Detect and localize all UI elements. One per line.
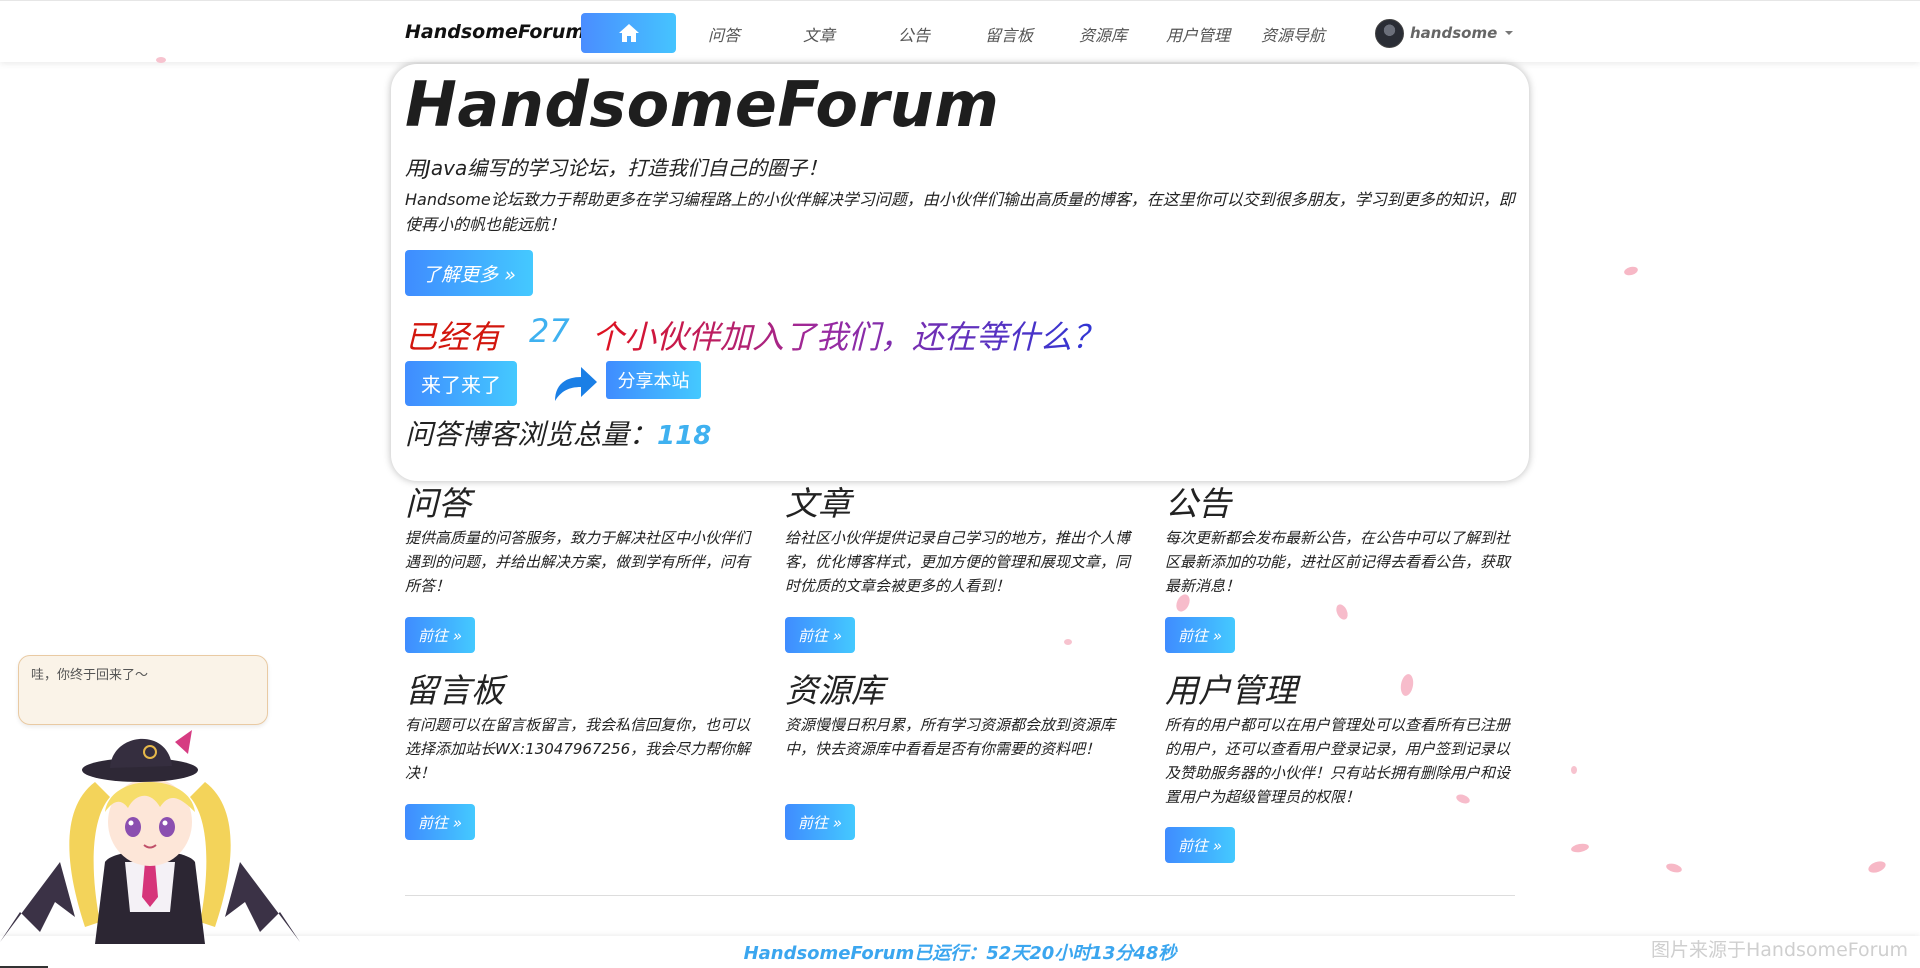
- feature-go-button-resources[interactable]: 前往 »: [785, 804, 855, 840]
- join-prefix: 已经有: [405, 318, 502, 356]
- hero-description: Handsome论坛致力于帮助更多在学习编程路上的小伙伴解决学习问题，由小伙伴们…: [405, 190, 1515, 234]
- join-now-button[interactable]: 来了来了: [405, 361, 517, 406]
- feature-go-button-user-management[interactable]: 前往 »: [1165, 827, 1235, 863]
- hero-subtitle: 用Java编写的学习论坛，打造我们自己的圈子！: [405, 156, 828, 180]
- share-site-button[interactable]: 分享本站: [606, 361, 701, 399]
- sakura-petal-icon: [1456, 794, 1470, 804]
- feature-go-button-message-board[interactable]: 前往 »: [405, 804, 475, 840]
- feature-title: 资源库: [785, 671, 884, 710]
- feature-message-board: 留言板 有问题可以在留言板留言，我会私信回复你，也可以选择添加站长WX:1304…: [405, 671, 755, 785]
- feature-text: 每次更新都会发布最新公告，在公告中可以了解到社区最新添加的功能，进社区前记得去看…: [1165, 529, 1511, 595]
- nav-item-resources[interactable]: 资源库: [1079, 22, 1127, 46]
- feature-articles: 文章 给社区小伙伴提供记录自己学习的地方，推出个人博客，优化博客样式，更加方便的…: [785, 484, 1135, 598]
- views-label: 问答博客浏览总量：: [405, 418, 658, 451]
- feature-text: 提供高质量的问答服务，致力于解决社区中小伙伴们遇到的问题，并给出解决方案，做到学…: [405, 529, 751, 595]
- feature-text: 有问题可以在留言板留言，我会私信回复你，也可以选择添加站长WX:13047967…: [405, 716, 751, 782]
- feature-go-button-articles[interactable]: 前往 »: [785, 617, 855, 653]
- avatar-icon: [1375, 18, 1404, 48]
- sakura-petal-icon: [156, 57, 166, 63]
- sakura-petal-icon: [1868, 861, 1886, 873]
- sakura-petal-icon: [1666, 863, 1682, 873]
- user-menu[interactable]: handsome: [1375, 17, 1514, 49]
- sakura-petal-icon: [1336, 604, 1348, 620]
- feature-user-management: 用户管理 所有的用户都可以在用户管理处可以查看所有已注册的用户，还可以查看用户登…: [1165, 671, 1515, 809]
- share-arrow-icon: [555, 367, 597, 401]
- feature-title: 留言板: [405, 671, 504, 710]
- feature-go-button-announcements[interactable]: 前往 »: [1165, 617, 1235, 653]
- total-views: 问答博客浏览总量：118: [405, 413, 711, 453]
- nav-item-articles[interactable]: 文章: [803, 22, 835, 46]
- sakura-petal-icon: [1400, 674, 1414, 696]
- hero-title: HandsomeForum: [405, 68, 1000, 141]
- feature-title: 文章: [785, 484, 851, 523]
- image-watermark: 图片来源于HandsomeForum: [1651, 939, 1908, 961]
- feature-resources: 资源库 资源慢慢日积月累，所有学习资源都会放到资源库中，快去资源库中看看是否有你…: [785, 671, 1135, 761]
- brand-logo[interactable]: HandsomeForum: [405, 21, 585, 43]
- feature-text: 资源慢慢日积月累，所有学习资源都会放到资源库中，快去资源库中看看是否有你需要的资…: [785, 716, 1116, 758]
- mascot-girl-icon[interactable]: [0, 712, 300, 944]
- nav-home-button[interactable]: [581, 13, 676, 53]
- feature-title: 用户管理: [1165, 671, 1297, 710]
- feature-text: 给社区小伙伴提供记录自己学习的地方，推出个人博客，优化博客样式，更加方便的管理和…: [785, 529, 1131, 595]
- sakura-petal-icon: [1064, 639, 1072, 645]
- nav-item-user-management[interactable]: 用户管理: [1166, 22, 1230, 46]
- sakura-petal-icon: [1624, 266, 1638, 276]
- learn-more-button[interactable]: 了解更多 »: [405, 250, 533, 296]
- feature-announcements: 公告 每次更新都会发布最新公告，在公告中可以了解到社区最新添加的功能，进社区前记…: [1165, 484, 1515, 598]
- feature-title: 问答: [405, 484, 471, 523]
- content-divider: [405, 895, 1515, 896]
- views-count: 118: [657, 421, 712, 451]
- sakura-petal-icon: [1571, 843, 1589, 853]
- caret-down-icon: [1505, 31, 1514, 35]
- user-name: handsome: [1410, 24, 1498, 42]
- nav-item-resource-nav[interactable]: 资源导航: [1261, 22, 1325, 46]
- home-icon: [618, 24, 639, 42]
- nav-item-questions[interactable]: 问答: [708, 22, 740, 46]
- nav-item-message-board[interactable]: 留言板: [985, 22, 1033, 46]
- sakura-petal-icon: [1176, 594, 1190, 612]
- feature-questions: 问答 提供高质量的问答服务，致力于解决社区中小伙伴们遇到的问题，并给出解决方案，…: [405, 484, 755, 598]
- sakura-petal-icon: [1571, 766, 1577, 774]
- join-count: 27: [529, 312, 570, 350]
- join-suffix: 个小伙伴加入了我们，还在等什么？: [592, 312, 1104, 358]
- nav-item-announcements[interactable]: 公告: [898, 22, 930, 46]
- feature-go-button-questions[interactable]: 前往 »: [405, 617, 475, 653]
- feature-title: 公告: [1165, 484, 1231, 523]
- top-navbar: HandsomeForum 问答 文章 公告 留言板 资源库 用户管理 资源导航…: [0, 0, 1920, 62]
